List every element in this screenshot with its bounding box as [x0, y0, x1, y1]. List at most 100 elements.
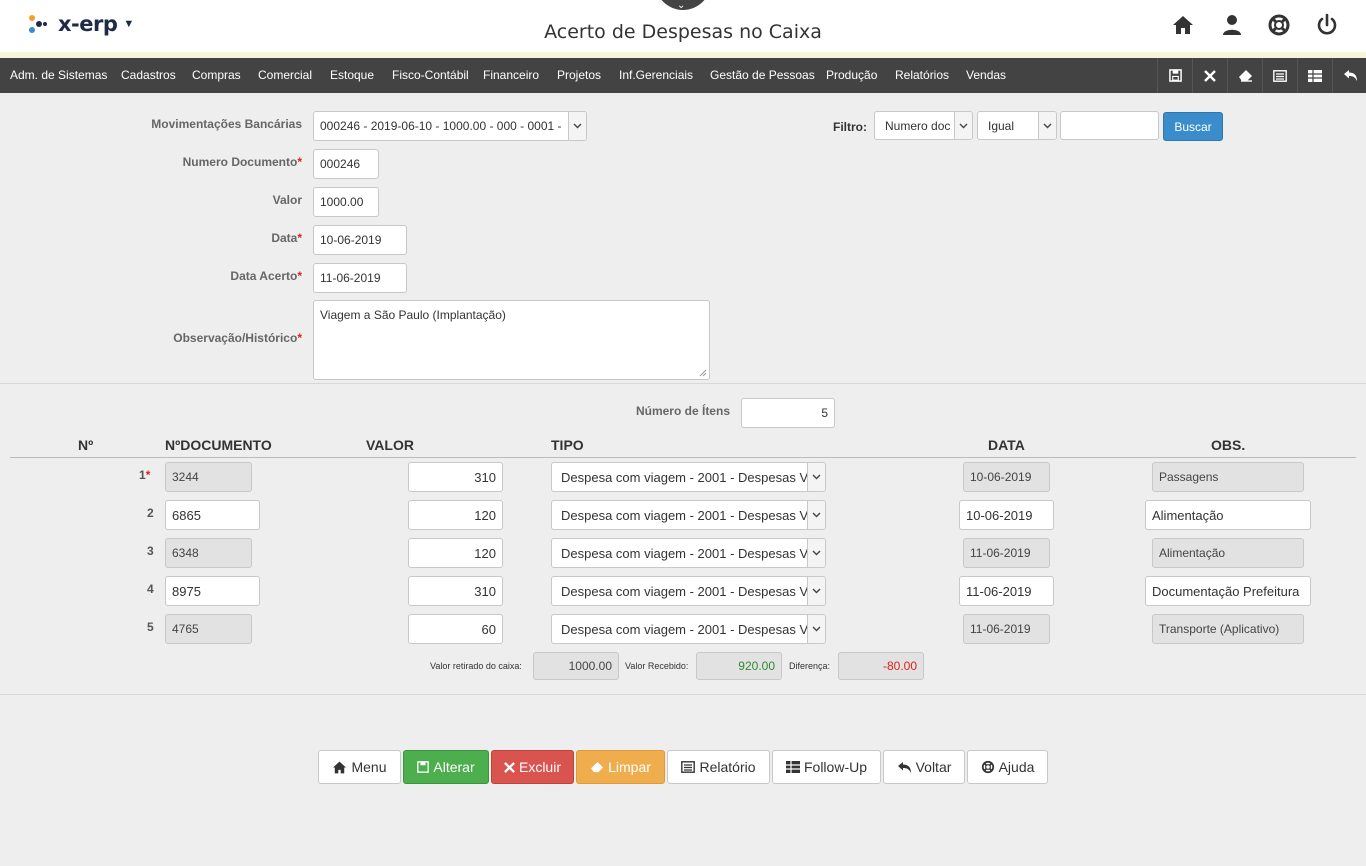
row-documento-input[interactable]: 8975	[165, 576, 260, 606]
valor-recebido-label: Valor Recebido:	[625, 661, 689, 671]
row-documento-input[interactable]: 6865	[165, 500, 260, 530]
buscar-button[interactable]: Buscar	[1163, 112, 1223, 141]
chevron-down-icon	[807, 463, 825, 491]
report-icon[interactable]	[1262, 58, 1297, 93]
row-tipo-select[interactable]: Despesa com viagem - 2001 - Despesas Var	[551, 462, 826, 492]
mov-bancarias-label: Movimentações Bancárias	[151, 117, 302, 131]
save-icon	[417, 761, 430, 773]
nav-item-compras[interactable]: Compras	[192, 68, 241, 82]
nav-item-projetos[interactable]: Projetos	[557, 68, 601, 82]
alterar-button[interactable]: Alterar	[403, 750, 489, 784]
page-title: Acerto de Despesas no Caixa	[544, 21, 822, 43]
row-data-input[interactable]: 11-06-2019	[963, 614, 1050, 644]
nav-item-gestao-pessoas[interactable]: Gestão de Pessoas	[710, 68, 815, 82]
row-number: 1*	[139, 468, 151, 482]
diferenca-value: -80.00	[838, 652, 924, 680]
lifebuoy-icon[interactable]	[1267, 13, 1291, 37]
lifebuoy-icon	[981, 760, 994, 774]
undo-icon[interactable]	[1332, 58, 1366, 93]
filtro-label: Filtro:	[833, 120, 867, 134]
row-documento-input[interactable]: 3244	[165, 462, 252, 492]
row-obs-input[interactable]: Passagens	[1152, 462, 1304, 492]
nav-item-comercial[interactable]: Comercial	[258, 68, 312, 82]
row-number: 2	[147, 506, 154, 520]
filtro-field-select[interactable]: Numero doc	[874, 111, 973, 140]
eraser-icon[interactable]	[1227, 58, 1262, 93]
chevron-down-icon	[807, 577, 825, 605]
nav-item-adm-sistemas[interactable]: Adm. de Sistemas	[10, 68, 107, 82]
nav-item-cadastros[interactable]: Cadastros	[121, 68, 176, 82]
row-obs-input[interactable]: Transporte (Aplicativo)	[1152, 614, 1304, 644]
row-tipo-select[interactable]: Despesa com viagem - 2001 - Despesas Var	[551, 500, 826, 530]
nav-item-relatorios[interactable]: Relatórios	[895, 68, 949, 82]
row-valor-input[interactable]: 60	[408, 614, 503, 644]
chevron-down-icon[interactable]: ⌄	[677, 0, 685, 11]
nav-item-financeiro[interactable]: Financeiro	[483, 68, 539, 82]
table-icon	[785, 761, 800, 773]
valor-input[interactable]: 1000.00	[313, 187, 379, 217]
row-obs-input[interactable]: Documentação Prefeitura	[1145, 576, 1311, 606]
row-valor-input[interactable]: 310	[408, 576, 503, 606]
numero-documento-label: Numero Documento*	[182, 155, 302, 169]
data-label: Data*	[271, 231, 302, 245]
mov-bancarias-select[interactable]: 000246 - 2019-06-10 - 1000.00 - 000 - 00…	[313, 111, 587, 141]
row-data-input[interactable]: 11-06-2019	[959, 576, 1054, 606]
chevron-down-icon	[807, 501, 825, 529]
row-data-input[interactable]: 10-06-2019	[959, 500, 1054, 530]
voltar-button[interactable]: Voltar	[883, 750, 965, 784]
nav-item-producao[interactable]: Produção	[826, 68, 877, 82]
row-documento-input[interactable]: 6348	[165, 538, 252, 568]
nav-item-estoque[interactable]: Estoque	[330, 68, 374, 82]
row-valor-input[interactable]: 120	[408, 538, 503, 568]
nav-item-fisco-contabil[interactable]: Fisco-Contábil	[392, 68, 469, 82]
row-data-input[interactable]: 10-06-2019	[963, 462, 1050, 492]
table-icon[interactable]	[1297, 58, 1332, 93]
numero-documento-input[interactable]: 000246	[313, 149, 379, 179]
nav-item-inf-gerenciais[interactable]: Inf.Gerenciais	[619, 68, 693, 82]
undo-icon	[897, 761, 911, 773]
user-icon[interactable]	[1220, 13, 1244, 37]
col-header-obs: OBS.	[1211, 437, 1246, 453]
report-icon	[681, 761, 696, 773]
nav-item-vendas[interactable]: Vendas	[966, 68, 1006, 82]
follow-up-button[interactable]: Follow-Up	[772, 750, 881, 784]
power-icon[interactable]	[1315, 13, 1339, 37]
home-icon[interactable]	[1171, 13, 1195, 37]
divider	[0, 694, 1366, 695]
eraser-icon	[591, 761, 604, 773]
filtro-operator-select[interactable]: Igual	[977, 111, 1057, 140]
numero-itens-input[interactable]: 5	[741, 398, 835, 428]
row-documento-input[interactable]: 4765	[165, 614, 252, 644]
relatorio-button[interactable]: Relatório	[667, 750, 770, 784]
row-valor-input[interactable]: 310	[408, 462, 503, 492]
diferenca-label: Diferença:	[789, 661, 831, 671]
col-header-documento: NºDOCUMENTO	[165, 437, 272, 453]
limpar-button[interactable]: Limpar	[576, 750, 665, 784]
row-obs-input[interactable]: Alimentação	[1152, 538, 1304, 568]
col-header-valor: VALOR	[366, 437, 414, 453]
chevron-down-icon	[954, 112, 972, 139]
row-tipo-select[interactable]: Despesa com viagem - 2001 - Despesas Var	[551, 576, 826, 606]
row-number: 4	[147, 582, 154, 596]
table-header-divider	[10, 457, 1356, 458]
chevron-down-icon	[1038, 112, 1056, 139]
filtro-value-input[interactable]	[1060, 111, 1159, 140]
observacao-textarea[interactable]: Viagem a São Paulo (Implantação)	[313, 300, 710, 380]
excluir-button[interactable]: Excluir	[491, 750, 574, 784]
chevron-down-icon	[568, 112, 586, 140]
data-input[interactable]: 10-06-2019	[313, 225, 407, 255]
numero-itens-label: Número de Ítens	[635, 404, 730, 418]
row-data-input[interactable]: 11-06-2019	[963, 538, 1050, 568]
observacao-label: Observação/Histórico*	[173, 331, 302, 345]
save-icon[interactable]	[1157, 58, 1192, 93]
row-obs-input[interactable]: Alimentação	[1145, 500, 1311, 530]
close-icon[interactable]	[1192, 58, 1227, 93]
data-acerto-input[interactable]: 11-06-2019	[313, 263, 407, 293]
menu-button[interactable]: Menu	[318, 750, 401, 784]
row-tipo-select[interactable]: Despesa com viagem - 2001 - Despesas Var	[551, 538, 826, 568]
row-valor-input[interactable]: 120	[408, 500, 503, 530]
row-tipo-select[interactable]: Despesa com viagem - 2001 - Despesas Var	[551, 614, 826, 644]
ajuda-button[interactable]: Ajuda	[967, 750, 1048, 784]
resize-handle-icon[interactable]	[699, 369, 707, 377]
chevron-down-icon	[807, 539, 825, 567]
